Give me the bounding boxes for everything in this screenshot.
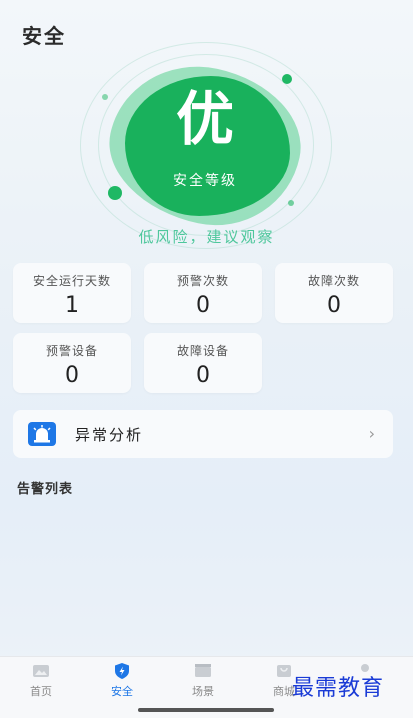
stat-value: 0 bbox=[65, 363, 79, 388]
stat-label: 故障设备 bbox=[176, 344, 229, 358]
grade-value: 优 bbox=[175, 85, 234, 153]
tab-label: 安全 bbox=[111, 685, 133, 698]
stat-label: 预警次数 bbox=[176, 274, 229, 288]
stat-label: 安全运行天数 bbox=[32, 274, 111, 288]
tab-label: 首页 bbox=[30, 685, 52, 698]
page-title: 安全 bbox=[22, 24, 66, 48]
safety-grade-badge: 优 安全等级 bbox=[70, 42, 340, 249]
mall-icon bbox=[277, 665, 291, 677]
stat-value: 0 bbox=[196, 293, 210, 318]
scene-icon bbox=[195, 664, 211, 677]
stat-card-warning-devices[interactable]: 预警设备 0 bbox=[13, 333, 131, 393]
watermark-text: 最需教育 bbox=[292, 676, 385, 701]
home-icon bbox=[33, 665, 49, 677]
stat-card-fault-count[interactable]: 故障次数 0 bbox=[275, 263, 393, 323]
alarm-light-icon bbox=[28, 422, 56, 446]
shield-icon bbox=[115, 663, 129, 679]
tab-scene[interactable]: 场景 bbox=[168, 657, 238, 705]
home-indicator bbox=[138, 708, 274, 712]
grade-label: 安全等级 bbox=[173, 173, 237, 189]
stat-value: 0 bbox=[327, 293, 341, 318]
anomaly-analysis-label: 异常分析 bbox=[75, 426, 144, 444]
stat-label: 故障次数 bbox=[307, 274, 360, 288]
tab-label: 场景 bbox=[192, 685, 214, 698]
tab-home[interactable]: 首页 bbox=[6, 657, 76, 705]
alarm-list-title: 告警列表 bbox=[17, 482, 74, 497]
stat-value: 1 bbox=[65, 293, 79, 318]
chevron-right-icon: › bbox=[368, 424, 375, 443]
anomaly-analysis-row[interactable]: 异常分析 › bbox=[13, 410, 393, 458]
stat-label: 预警设备 bbox=[45, 344, 98, 358]
stat-card-fault-devices[interactable]: 故障设备 0 bbox=[144, 333, 262, 393]
stat-card-warning-count[interactable]: 预警次数 0 bbox=[144, 263, 262, 323]
tab-safety[interactable]: 安全 bbox=[87, 657, 157, 705]
stat-value: 0 bbox=[196, 363, 210, 388]
stat-card-safe-days[interactable]: 安全运行天数 1 bbox=[13, 263, 131, 323]
risk-text: 低风险，建议观察 bbox=[138, 228, 275, 246]
